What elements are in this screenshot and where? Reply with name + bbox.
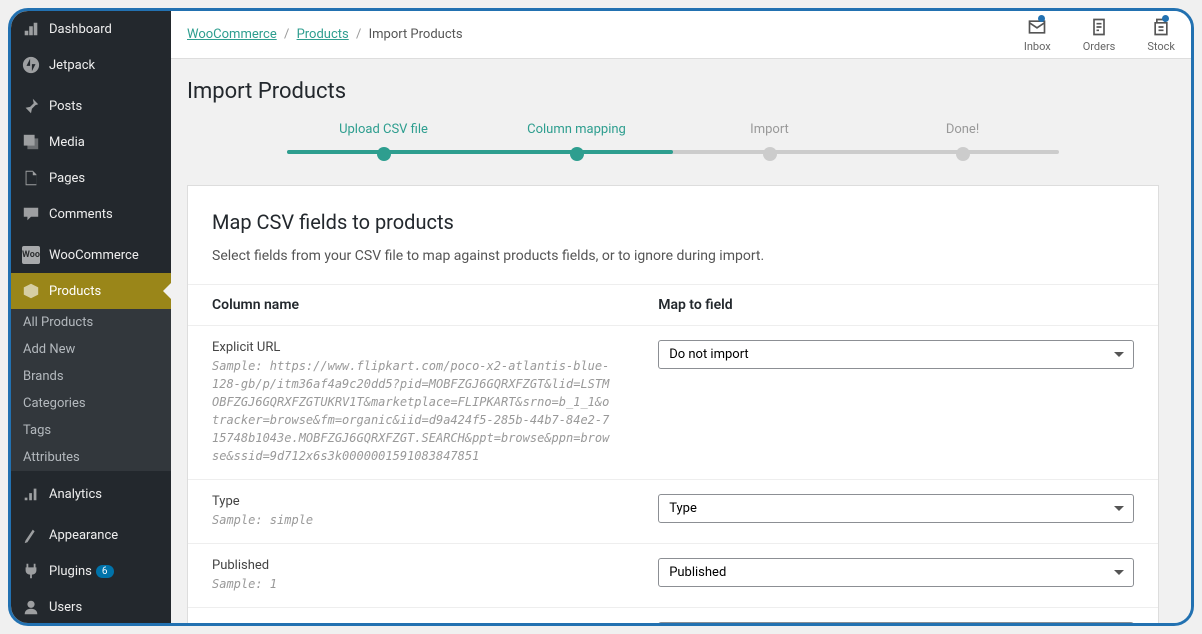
mapping-table: Column name Map to field Explicit URL Sam… <box>188 284 1158 623</box>
column-name-cell: Published Sample: 1 <box>188 544 634 608</box>
header-column-name: Column name <box>188 285 634 326</box>
media-icon <box>21 132 41 152</box>
main-area: WooCommerce / Products / Import Products… <box>171 11 1191 623</box>
sidebar-item-label: Pages <box>49 171 85 186</box>
submenu-item-attributes[interactable]: Attributes <box>11 444 171 471</box>
submenu-item-all-products[interactable]: All Products <box>11 309 171 336</box>
panel-title: Map CSV fields to products <box>212 210 1134 234</box>
table-row: Explicit URL Sample: https://www.flipkart… <box>188 326 1158 480</box>
sample-text: Sample: simple <box>212 513 313 527</box>
jetpack-icon <box>21 55 41 75</box>
header-map-to-field: Map to field <box>634 285 1158 326</box>
sidebar-item-users[interactable]: Users <box>11 589 171 623</box>
sidebar-item-posts[interactable]: Posts <box>11 88 171 124</box>
submenu-item-add-new[interactable]: Add New <box>11 336 171 363</box>
table-row: Published Sample: 1 Published <box>188 544 1158 608</box>
badge: 6 <box>96 565 114 578</box>
field-label: Type <box>212 494 610 509</box>
mapping-select-3[interactable]: Is featured? <box>658 622 1134 623</box>
dashboard-icon <box>21 19 41 39</box>
sidebar-item-pages[interactable]: Pages <box>11 160 171 196</box>
notification-dot <box>1162 15 1169 22</box>
topbar-meta-label: Orders <box>1083 40 1116 53</box>
sidebar-item-plugins[interactable]: Plugins 6 <box>11 553 171 589</box>
topbar: WooCommerce / Products / Import Products… <box>171 11 1191 59</box>
column-name-cell: Is featured? <box>188 608 634 624</box>
sample-text: Sample: 1 <box>212 577 277 591</box>
mapping-select-0[interactable]: Do not import <box>658 340 1134 369</box>
page-title: Import Products <box>187 79 1159 104</box>
map-field-cell: Is featured? <box>634 608 1158 624</box>
plugins-icon <box>21 561 41 581</box>
sidebar-item-analytics[interactable]: Analytics <box>11 476 171 512</box>
sidebar-item-comments[interactable]: Comments <box>11 196 171 232</box>
column-name-cell: Type Sample: simple <box>188 480 634 544</box>
table-row: Is featured? Is featured? <box>188 608 1158 624</box>
sidebar-item-products[interactable]: Products <box>11 273 171 309</box>
topbar-meta-label: Stock <box>1147 40 1175 53</box>
step-mapping: Column mapping <box>480 122 673 161</box>
sidebar-item-label: Analytics <box>49 487 102 502</box>
pages-icon <box>21 168 41 188</box>
pin-icon <box>21 96 41 116</box>
sidebar-item-label: Comments <box>49 207 113 222</box>
products-submenu: All ProductsAdd NewBrandsCategoriesTagsA… <box>11 309 171 471</box>
analytics-icon <box>21 484 41 504</box>
sidebar-item-label: Jetpack <box>49 58 95 73</box>
comments-icon <box>21 204 41 224</box>
sidebar-item-label: Plugins <box>49 564 92 579</box>
mapping-select-1[interactable]: Type <box>658 494 1134 523</box>
sidebar-item-jetpack[interactable]: Jetpack <box>11 47 171 83</box>
breadcrumb-products[interactable]: Products <box>297 27 349 42</box>
sidebar-item-appearance[interactable]: Appearance <box>11 517 171 553</box>
column-name-cell: Explicit URL Sample: https://www.flipkart… <box>188 326 634 480</box>
mapping-select-2[interactable]: Published <box>658 558 1134 587</box>
sidebar-item-label: WooCommerce <box>49 248 139 263</box>
sidebar-item-label: Posts <box>49 99 82 114</box>
sample-text: Sample: https://www.flipkart.com/poco-x2… <box>212 359 609 463</box>
mapping-panel: Map CSV fields to products Select fields… <box>187 185 1159 623</box>
topbar-orders[interactable]: Orders <box>1083 17 1116 53</box>
content: Import Products Upload CSV file Column m… <box>171 59 1191 623</box>
users-icon <box>21 597 41 617</box>
field-label: Published <box>212 558 610 573</box>
map-field-cell: Published <box>634 544 1158 608</box>
orders-icon <box>1089 17 1109 40</box>
sidebar-item-dashboard[interactable]: Dashboard <box>11 11 171 47</box>
submenu-item-brands[interactable]: Brands <box>11 363 171 390</box>
submenu-item-categories[interactable]: Categories <box>11 390 171 417</box>
woo-icon: Woo <box>21 245 41 265</box>
step-import: Import <box>673 122 866 161</box>
breadcrumb: WooCommerce / Products / Import Products <box>187 27 463 42</box>
sidebar-item-media[interactable]: Media <box>11 124 171 160</box>
sidebar-item-label: Products <box>49 284 101 299</box>
sidebar-item-label: Appearance <box>49 528 118 543</box>
topbar-meta-label: Inbox <box>1024 40 1051 53</box>
admin-sidebar: Dashboard Jetpack Posts Media Pages Comments W… <box>11 11 171 623</box>
products-icon <box>21 281 41 301</box>
sidebar-item-woocommerce[interactable]: Woo WooCommerce <box>11 237 171 273</box>
import-stepper: Upload CSV file Column mapping Import Do… <box>287 122 1059 161</box>
panel-desc: Select fields from your CSV file to map … <box>212 248 1134 264</box>
notification-dot <box>1038 15 1045 22</box>
topbar-meta: Inbox Orders Stock <box>1024 17 1175 53</box>
breadcrumb-woocommerce[interactable]: WooCommerce <box>187 27 277 42</box>
topbar-stock[interactable]: Stock <box>1147 17 1175 53</box>
topbar-inbox[interactable]: Inbox <box>1024 17 1051 53</box>
appearance-icon <box>21 525 41 545</box>
sidebar-item-label: Media <box>49 135 85 150</box>
field-label: Explicit URL <box>212 340 610 355</box>
table-row: Type Sample: simple Type <box>188 480 1158 544</box>
breadcrumb-current: Import Products <box>369 27 463 42</box>
sidebar-item-label: Dashboard <box>49 22 112 37</box>
step-done: Done! <box>866 122 1059 161</box>
submenu-item-tags[interactable]: Tags <box>11 417 171 444</box>
map-field-cell: Do not import <box>634 326 1158 480</box>
field-label: Is featured? <box>212 622 610 623</box>
map-field-cell: Type <box>634 480 1158 544</box>
step-upload: Upload CSV file <box>287 122 480 161</box>
sidebar-item-label: Users <box>49 600 82 615</box>
